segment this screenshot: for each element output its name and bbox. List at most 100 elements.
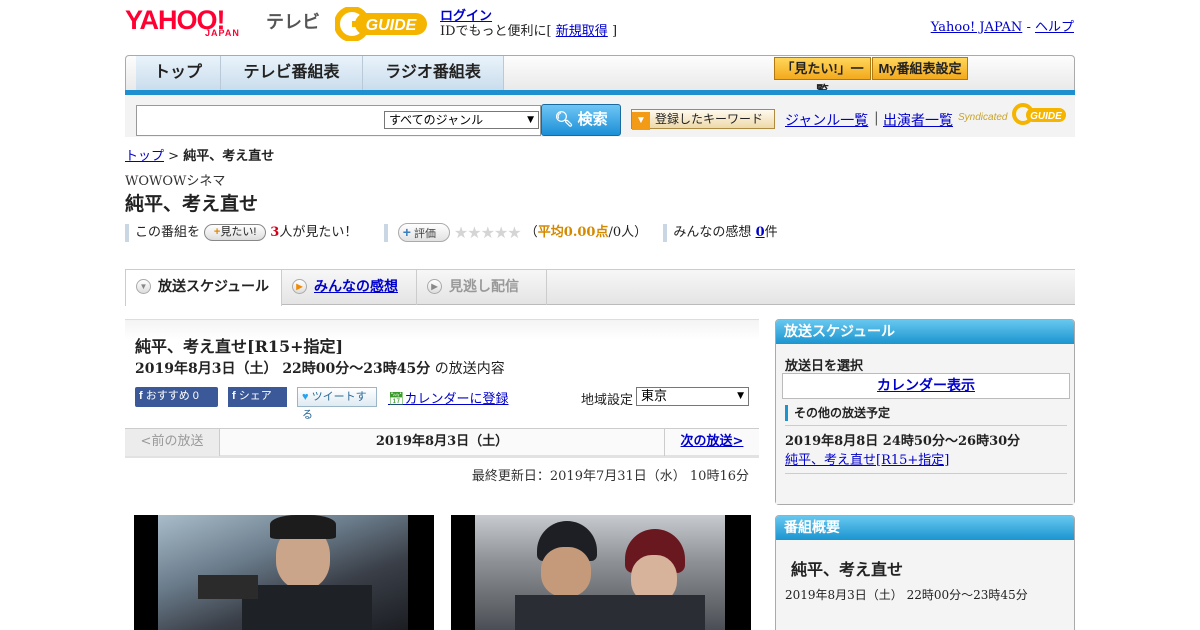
tv-logo-text[interactable]: テレビ (266, 8, 320, 34)
star-rating[interactable]: ★★★★★ (454, 223, 522, 242)
other-broadcast-link[interactable]: 純平、考え直せ[R15+指定] (785, 449, 949, 468)
facebook-share-label: シェア (238, 390, 272, 402)
breadcrumb-top-link[interactable]: トップ (125, 149, 164, 164)
divider (785, 425, 1067, 426)
episode-title: 純平、考え直せ[R15+指定] (135, 337, 344, 356)
sidebar-summary-body (776, 540, 1074, 630)
channel-name: WOWOWシネマ (125, 174, 226, 189)
yahoo-logo-japan: JAPAN (205, 28, 240, 38)
sidebar-schedule-heading: 放送スケジュール (776, 320, 1074, 344)
avg-prefix: （ (524, 225, 538, 240)
nav-tab-tv-schedule[interactable]: テレビ番組表 (221, 56, 363, 91)
tab-catchup[interactable]: ▶ 見逃し配信 (417, 270, 547, 305)
facebook-recommend-button[interactable]: f おすすめ 0 (135, 387, 218, 407)
calendar-register-label: カレンダーに登録 (404, 392, 509, 407)
next-broadcast-link[interactable]: 次の放送> (664, 429, 759, 456)
chevron-down-icon: ▼ (136, 278, 151, 294)
registered-keywords-label: 登録したキーワード (655, 112, 764, 126)
login-subtext: IDでもっと便利に[ 新規取得 ] (440, 20, 617, 39)
rate-button-label: 評価 (414, 228, 437, 240)
header-right-links: Yahoo! JAPAN - ヘルプ (931, 16, 1074, 35)
episode-datetime: 2019年8月3日（土） 22時00分～23時45分 の放送内容 (135, 358, 505, 378)
registered-keywords-button[interactable]: ▼ 登録したキーワード (631, 109, 775, 130)
play-icon: ▶ (427, 278, 442, 294)
login-sub-prefix: IDでもっと便利に[ (440, 24, 552, 39)
breadcrumb: トップ > 純平、考え直せ (125, 145, 274, 164)
impressions-unit: 件 (764, 225, 778, 240)
tab-schedule[interactable]: ▼ 放送スケジュール (125, 270, 282, 306)
episode-datetime-suffix: の放送内容 (430, 361, 505, 377)
program-meta-row: この番組を +見たい! 3人が見たい！ + 評価 ★★★★★ （平均0.00点/… (125, 221, 778, 242)
page-title: 純平、考え直せ (125, 193, 259, 215)
tweet-button[interactable]: ♥ ツイートする (297, 387, 377, 421)
region-select[interactable]: 東京 ▼ (636, 387, 749, 406)
my-schedule-settings-button[interactable]: My番組表設定 (872, 57, 968, 80)
g-guide-logo[interactable]: GUIDE (334, 6, 430, 42)
facebook-icon: f (232, 390, 236, 402)
nav-tab-radio-schedule[interactable]: ラジオ番組表 (363, 56, 504, 91)
breadcrumb-sep: > (164, 149, 184, 164)
sidebar-summary-heading: 番組概要 (776, 516, 1074, 540)
mitai-button[interactable]: +見たい! (204, 224, 267, 241)
meta-divider (383, 223, 388, 242)
tab-schedule-label: 放送スケジュール (158, 278, 270, 294)
play-icon: ▶ (292, 278, 307, 294)
syndicated-guide-logo: GUIDE (1012, 103, 1067, 125)
main-nav: トップ テレビ番組表 ラジオ番組表 「見たい!」一覧 My番組表設定 (125, 55, 1075, 98)
tab-impressions[interactable]: ▶ みんなの感想 (282, 270, 417, 305)
impressions-label: みんなの感想 (673, 225, 752, 240)
search-button-label: 検索 (577, 111, 608, 128)
mitai-list-button[interactable]: 「見たい!」一覧 (774, 57, 871, 98)
program-photo-1 (134, 515, 434, 630)
meta-divider (663, 223, 668, 242)
pick-date-label: 放送日を選択 (785, 359, 864, 374)
other-broadcasts-heading: その他の放送予定 (785, 405, 890, 421)
header-dash: - (1022, 20, 1035, 35)
breadcrumb-current: 純平、考え直せ (183, 149, 275, 164)
sidebar-summary-box: 番組概要 純平、考え直せ 2019年8月3日（土） 22時00分～23時45分 (775, 515, 1075, 630)
impressions-count-link[interactable]: 0 (756, 225, 765, 240)
genre-select[interactable]: すべてのジャンル ▼ (384, 111, 539, 129)
chevron-down-icon: ▼ (737, 391, 744, 401)
tab-catchup-label: 見逃し配信 (449, 278, 519, 294)
cast-list-link[interactable]: 出演者一覧 (883, 110, 953, 130)
twitter-bird-icon: ♥ (302, 391, 309, 403)
search-button[interactable]: 🔍︎ 検索 (541, 104, 621, 136)
genre-list-link[interactable]: ジャンル一覧 (785, 110, 868, 130)
sidebar-schedule-box: 放送スケジュール 放送日を選択 カレンダー表示 その他の放送予定 2019年8月… (775, 319, 1075, 505)
current-broadcast-date: 2019年8月3日（土） (375, 434, 509, 449)
login-sub-suffix: ] (611, 24, 618, 39)
this-program-label: この番組を (135, 225, 201, 240)
meta-divider (125, 223, 129, 242)
help-link[interactable]: ヘルプ (1035, 20, 1074, 35)
episode-datetime-value: 2019年8月3日（土） 22時00分～23時45分 (135, 361, 431, 377)
synd-logo-text: GUIDE (1030, 111, 1062, 122)
facebook-recommend-label: おすすめ 0 (145, 390, 199, 402)
search-icon: 🔍︎ (554, 111, 574, 128)
mitai-count: 3 (270, 225, 280, 240)
yahoo-japan-link[interactable]: Yahoo! JAPAN (931, 20, 1023, 35)
facebook-icon: f (139, 390, 143, 402)
plus-icon: + (402, 224, 411, 240)
broadcast-nav-row: <前の放送 2019年8月3日（土） 次の放送> (125, 428, 759, 458)
genre-select-value: すべてのジャンル (389, 113, 484, 127)
summary-time: 2019年8月3日（土） 22時00分～23時45分 (785, 588, 1028, 602)
nav-tab-top[interactable]: トップ (136, 56, 221, 91)
avg-score: 平均0.00点 (537, 225, 609, 240)
calendar-register-link[interactable]: 📅︎カレンダーに登録 (388, 388, 509, 407)
calendar-add-icon: 📅︎ (388, 392, 405, 407)
divider (785, 473, 1067, 474)
summary-title: 純平、考え直せ (791, 560, 904, 579)
facebook-share-button[interactable]: f シェア (228, 387, 287, 407)
last-updated: 最終更新日：2019年7月31日（水） 10時16分 (471, 469, 749, 484)
tab-impressions-label: みんなの感想 (314, 278, 398, 294)
avg-suffix: /0人） (608, 225, 648, 240)
program-photo-2 (451, 515, 751, 630)
calendar-view-link[interactable]: カレンダー表示 (782, 373, 1070, 399)
program-tabs: ▼ 放送スケジュール ▶ みんなの感想 ▶ 見逃し配信 (125, 269, 1075, 306)
syndicated-label: Syndicated (958, 112, 1008, 123)
prev-broadcast-link[interactable]: <前の放送 (125, 429, 220, 456)
g-guide-logo-text: GUIDE (366, 17, 418, 34)
register-link[interactable]: 新規取得 (556, 24, 608, 39)
rate-button[interactable]: + 評価 (397, 223, 450, 242)
